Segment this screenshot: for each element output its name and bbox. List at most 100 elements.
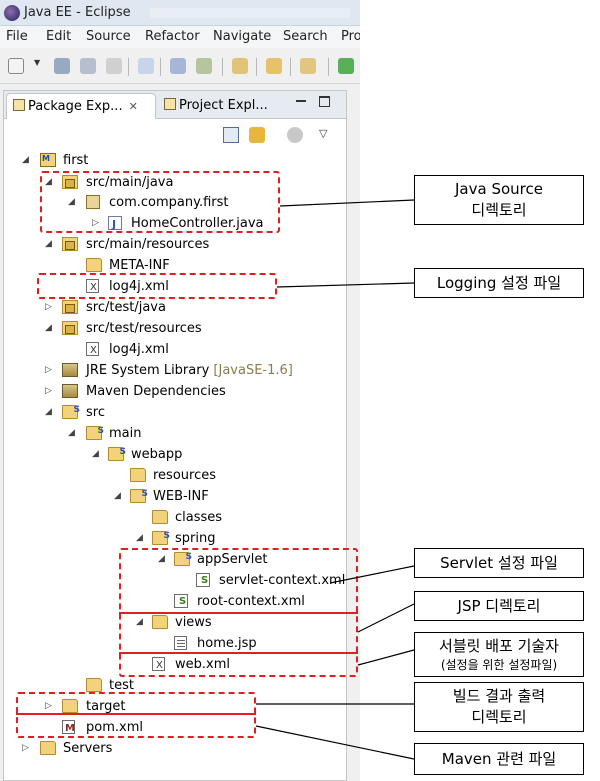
skip-breakpoints-icon[interactable]: [138, 58, 154, 74]
folder-icon: [86, 258, 102, 272]
folder-icon: [152, 510, 168, 524]
step-over-icon[interactable]: [196, 58, 212, 74]
collapsed-arrow-icon[interactable]: ▷: [45, 381, 52, 402]
callout-java-source: Java Source 디렉토리: [414, 175, 584, 225]
expanded-arrow-icon[interactable]: ◢: [22, 150, 29, 171]
callout-subline: (설정을 위한 설정파일): [440, 658, 558, 672]
tree-row-resources[interactable]: resources: [0, 465, 340, 486]
spring-folder-icon: [152, 526, 170, 547]
expanded-arrow-icon[interactable]: ◢: [114, 486, 121, 507]
tree-row-webapp[interactable]: ◢ webapp: [0, 442, 340, 465]
tree-row-web-inf[interactable]: ◢ WEB-INF: [0, 484, 340, 507]
source-folder-icon: [62, 237, 78, 251]
tree-row-src-main-resources[interactable]: ◢ src/main/resources: [0, 234, 340, 255]
toolbar-separator: [128, 58, 129, 76]
focus-task-icon[interactable]: [287, 127, 303, 143]
collapse-all-icon[interactable]: [223, 127, 239, 143]
tree-label: Maven Dependencies: [86, 384, 226, 399]
menu-edit[interactable]: Edit: [46, 29, 71, 44]
expanded-arrow-icon[interactable]: ◢: [136, 528, 143, 549]
view-menu-icon[interactable]: ▽: [319, 127, 335, 143]
tree-row-jre-library[interactable]: ▷ JRE System Library [JavaSE-1.6]: [0, 360, 340, 381]
callout-jsp: JSP 디렉토리: [414, 591, 584, 621]
collapsed-arrow-icon[interactable]: ▷: [45, 297, 52, 318]
drop-frame-icon[interactable]: [232, 58, 248, 74]
collapsed-arrow-icon[interactable]: ▷: [22, 738, 29, 759]
eclipse-logo-icon: [4, 5, 20, 21]
link-with-editor-icon[interactable]: [249, 127, 265, 143]
window-title: Java EE - Eclipse: [24, 5, 131, 20]
source-folder-icon: [62, 300, 78, 314]
folder-icon: [86, 678, 102, 692]
tree-row-src[interactable]: ◢ src: [0, 400, 340, 423]
menu-bar: File Edit Source Refactor Navigate Searc…: [0, 26, 360, 48]
tree-row-project[interactable]: ◢ first: [0, 148, 340, 171]
title-blur: [150, 8, 350, 18]
tree-label: classes: [175, 510, 223, 525]
tree-row-classes[interactable]: classes: [0, 507, 340, 528]
folder-icon: [130, 468, 146, 482]
menu-refactor[interactable]: Refactor: [145, 29, 200, 44]
tree-label: log4j.xml: [109, 342, 169, 357]
tree-row-src-test-java[interactable]: ▷ src/test/java: [0, 297, 340, 318]
callout-line: 서블릿 배포 기술자: [439, 637, 559, 655]
menu-search[interactable]: Search: [283, 29, 328, 44]
save-all-icon[interactable]: [80, 58, 96, 74]
callout-line: Servlet 설정 파일: [440, 554, 558, 572]
use-step-filters-icon[interactable]: [300, 58, 316, 74]
new-icon[interactable]: [8, 58, 24, 74]
maven-project-icon: [40, 148, 56, 169]
tree-row-main[interactable]: ◢ main: [0, 421, 340, 444]
menu-source[interactable]: Source: [86, 29, 131, 44]
callout-line: 빌드 결과 출력: [452, 687, 546, 705]
toolbar-separator: [290, 58, 291, 76]
tree-label: webapp: [131, 447, 183, 462]
xml-file-icon: [86, 340, 99, 361]
print-icon[interactable]: [106, 58, 122, 74]
tab-project-explorer[interactable]: Project Expl...: [158, 93, 276, 119]
spring-folder-icon: [108, 442, 126, 463]
step-icon[interactable]: [170, 58, 186, 74]
tree-row-maven-deps[interactable]: ▷ Maven Dependencies: [0, 381, 340, 402]
build-maven-highlight: [16, 692, 256, 738]
tab-package-explorer[interactable]: Package Exp... ✕: [6, 93, 156, 119]
expanded-arrow-icon[interactable]: ◢: [68, 423, 75, 444]
callout-line: Java Source: [455, 180, 543, 198]
callout-logging: Logging 설정 파일: [414, 268, 584, 298]
toolbar: ▼: [0, 50, 360, 84]
expanded-arrow-icon[interactable]: ◢: [45, 318, 52, 339]
step-return-icon[interactable]: [266, 58, 282, 74]
dropdown-icon[interactable]: ▼: [34, 58, 42, 74]
close-icon[interactable]: ✕: [129, 100, 138, 113]
folder-icon: [40, 741, 56, 755]
expanded-arrow-icon[interactable]: ◢: [45, 234, 52, 255]
tree-label: src/test/java: [86, 300, 166, 315]
callout-line: 디렉토리: [471, 708, 527, 726]
collapsed-arrow-icon[interactable]: ▷: [45, 360, 52, 381]
expanded-arrow-icon[interactable]: ◢: [45, 402, 52, 423]
highlight-divider: [119, 612, 358, 614]
callout-line: JSP 디렉토리: [457, 597, 541, 615]
menu-navigate[interactable]: Navigate: [213, 29, 271, 44]
expanded-arrow-icon[interactable]: ◢: [92, 444, 99, 465]
callout-line: Logging 설정 파일: [436, 274, 562, 292]
library-icon: [62, 384, 78, 398]
callout-line: 디렉토리: [471, 201, 527, 219]
maximize-icon[interactable]: [319, 96, 330, 107]
save-icon[interactable]: [54, 58, 70, 74]
callout-line: Maven 관련 파일: [441, 750, 557, 768]
highlight-divider: [16, 713, 256, 715]
title-bar: Java EE - Eclipse: [0, 0, 360, 26]
tree-label: resources: [153, 468, 217, 483]
tree-label: first: [63, 153, 89, 168]
tree-row-src-test-resources[interactable]: ◢ src/test/resources: [0, 318, 340, 339]
tree-label: Servers: [63, 741, 113, 756]
menu-file[interactable]: File: [6, 29, 28, 44]
tree-row-spring[interactable]: ◢ spring: [0, 526, 340, 549]
minimize-icon[interactable]: [296, 100, 306, 102]
tree-row-log4j-test[interactable]: log4j.xml: [0, 339, 340, 361]
tree-row-servers[interactable]: ▷ Servers: [0, 738, 340, 759]
tree-label: spring: [175, 531, 216, 546]
run-icon[interactable]: [338, 58, 354, 74]
menu-project[interactable]: Pro: [341, 29, 360, 44]
